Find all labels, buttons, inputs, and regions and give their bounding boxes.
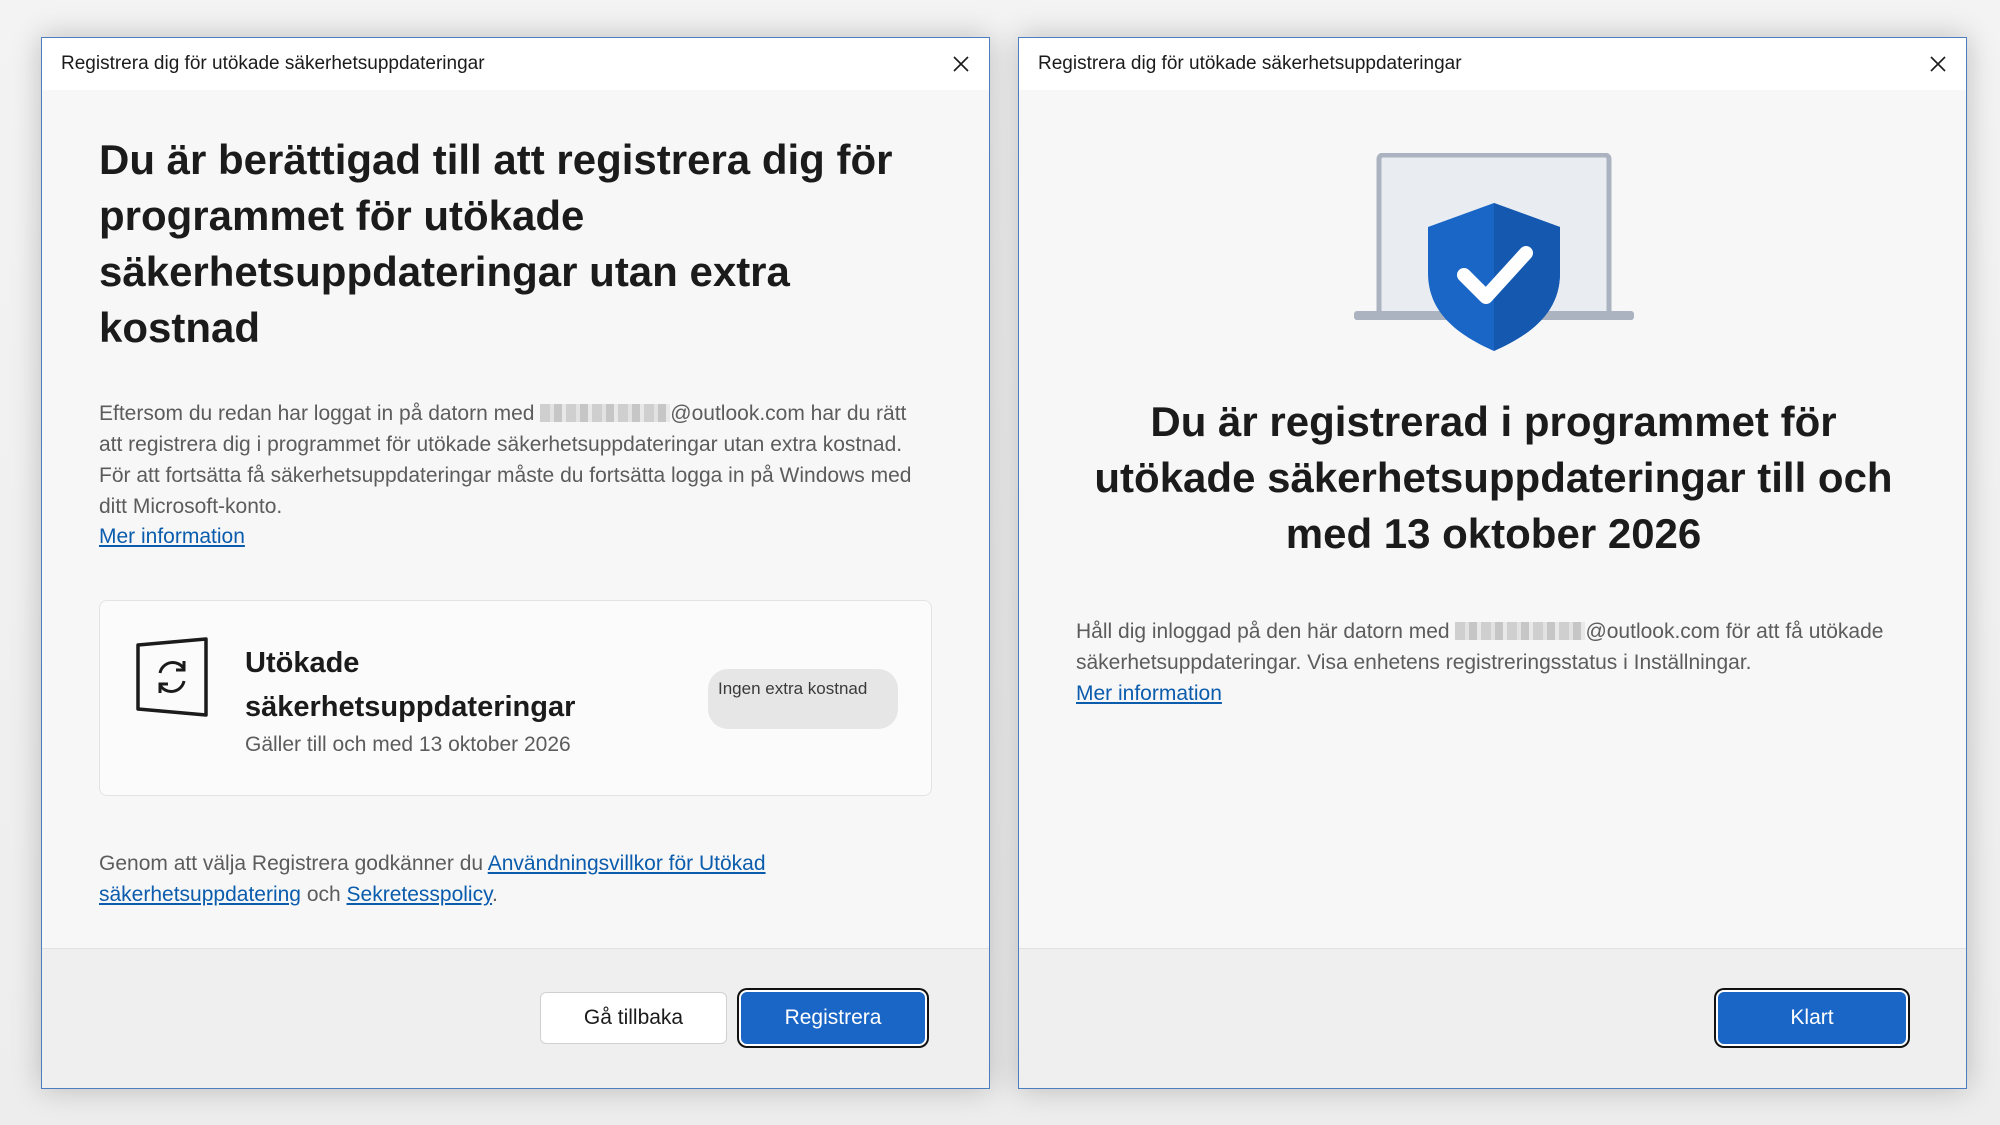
terms-part: Genom att välja Registrera godkänner du [99,852,488,875]
enrolled-dialog: Registrera dig för utökade säkerhetsuppd… [1018,37,1967,1089]
sync-window-icon [132,637,212,722]
title-bar: Registrera dig för utökade säkerhetsuppd… [1019,38,1966,90]
redacted-email [540,404,671,422]
register-button[interactable]: Registrera [741,992,925,1044]
close-icon [953,56,969,72]
page-heading: Du är berättigad till att registrera dig… [99,136,893,351]
description-text: Håll dig inloggad på den här datorn med … [1076,616,1916,678]
card-title: Utökade säkerhetsuppdateringar [245,647,576,723]
dialog-footer: Gå tillbaka Registrera [42,948,989,1088]
window-title: Registrera dig för utökade säkerhetsuppd… [1038,53,1462,74]
close-button[interactable] [1918,44,1958,84]
done-button[interactable]: Klart [1718,992,1906,1044]
page-heading: Du är registrerad i programmet för utöka… [1094,398,1893,557]
card-subtitle: Gäller till och med 13 oktober 2026 [245,733,571,756]
description-part: Eftersom du redan har loggat in på dator… [99,402,541,425]
close-button[interactable] [941,44,981,84]
description-part: Håll dig inloggad på den här datorn med [1076,620,1456,643]
back-button[interactable]: Gå tillbaka [540,992,727,1044]
more-info-link[interactable]: Mer information [1076,678,1222,709]
offer-card: Utökade säkerhetsuppdateringar Gäller ti… [99,600,932,796]
redacted-email [1455,622,1586,640]
dialog-footer: Klart [1019,948,1966,1088]
description-text: Eftersom du redan har loggat in på dator… [99,398,929,522]
terms-text: Genom att välja Registrera godkänner du … [99,848,929,910]
terms-part: . [492,883,498,906]
privacy-link[interactable]: Sekretesspolicy [347,883,493,906]
enrollment-dialog: Registrera dig för utökade säkerhetsuppd… [41,37,990,1089]
email-domain: @outlook.com [1585,620,1720,643]
email-domain: @outlook.com [670,402,805,425]
terms-part: och [300,883,347,906]
more-info-link[interactable]: Mer information [99,521,245,552]
window-title: Registrera dig för utökade säkerhetsuppd… [61,53,485,74]
laptop-shield-check-icon [1354,152,1634,368]
price-badge: Ingen extra kostnad [708,669,898,729]
close-icon [1930,56,1946,72]
title-bar: Registrera dig för utökade säkerhetsuppd… [42,38,989,90]
